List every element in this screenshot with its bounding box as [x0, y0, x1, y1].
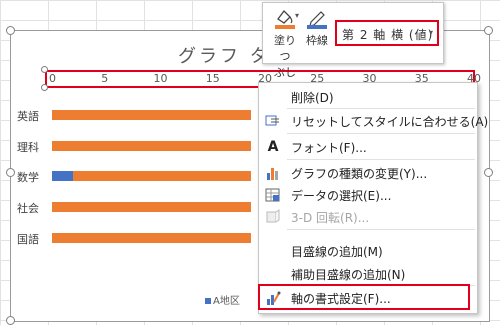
- bar-series-a[interactable]: [52, 171, 73, 181]
- x-tick-label: 15: [205, 72, 220, 85]
- category-label: 数学: [17, 171, 39, 184]
- menu-item-add-major-gridlines[interactable]: 目盛線の追加(M): [259, 240, 477, 262]
- menu-separator: [287, 108, 475, 109]
- category-label: 社会: [17, 202, 39, 215]
- menu-separator: [287, 229, 475, 230]
- menu-separator: [287, 159, 475, 160]
- outline-label: 枠線: [306, 34, 328, 47]
- chart-element-selector-value: 第 2 軸 横 (値): [342, 28, 434, 42]
- chart-type-icon: [265, 165, 281, 181]
- resize-handle-right[interactable]: [484, 168, 493, 177]
- bar-series-b[interactable]: [72, 171, 251, 181]
- legend-swatch-a: [205, 298, 211, 304]
- axis-handle-bottom-left[interactable]: [41, 84, 48, 91]
- legend-label-a: A地区: [213, 296, 240, 307]
- legend[interactable]: A地区: [205, 292, 240, 307]
- bar-series-b[interactable]: [52, 233, 251, 243]
- fill-label-line1: 塗りつ: [274, 34, 296, 63]
- menu-item-reset-style[interactable]: リセットしてスタイルに合わせる(A): [259, 110, 488, 132]
- resize-handle-left[interactable]: [6, 168, 15, 177]
- menu-item-change-chart-type[interactable]: グラフの種類の変更(Y)...: [259, 162, 477, 184]
- font-icon: A: [267, 139, 279, 155]
- paint-bucket-icon: [275, 10, 295, 29]
- menu-item-3d-rotation: 3-D 回転(R)...: [259, 206, 477, 228]
- menu-item-select-data[interactable]: データの選択(E)...: [259, 184, 477, 206]
- category-label: 理科: [17, 141, 39, 154]
- x-tick-label: 10: [153, 72, 168, 85]
- select-data-icon: [265, 187, 281, 203]
- bar-series-b[interactable]: [52, 141, 251, 151]
- resize-handle-top-right[interactable]: [484, 26, 493, 35]
- menu-item-add-minor-gridlines[interactable]: 補助目盛線の追加(N): [259, 263, 477, 285]
- menu-item-delete[interactable]: 削除(D): [259, 86, 477, 108]
- fill-caret[interactable]: ▾: [295, 11, 299, 20]
- outline-button[interactable]: 枠線: [303, 7, 331, 48]
- context-menu: 削除(D) リセットしてスタイルに合わせる(A) A フォント(F)... グラ…: [258, 82, 488, 314]
- chevron-down-icon: ▾: [428, 28, 433, 37]
- resize-handle-top-left[interactable]: [6, 26, 15, 35]
- category-label: 国語: [17, 233, 39, 246]
- x-tick-label: 0: [49, 72, 56, 85]
- fill-label-line2: ぶし: [274, 66, 296, 79]
- pen-icon: [307, 11, 327, 29]
- bar-series-b[interactable]: [52, 202, 251, 212]
- 3d-rotation-icon: [265, 209, 281, 225]
- format-axis-highlight: [258, 284, 470, 310]
- menu-separator: [287, 133, 475, 134]
- axis-handle-top-left[interactable]: [41, 66, 48, 73]
- category-label: 英語: [17, 110, 39, 123]
- chart-element-selector[interactable]: 第 2 軸 横 (値) ▾: [335, 20, 439, 46]
- x-tick-label: 5: [101, 72, 109, 85]
- bar-series-b[interactable]: [52, 110, 251, 120]
- chart-title[interactable]: グラフ タ: [178, 42, 271, 68]
- resize-handle-bottom-left[interactable]: [6, 316, 15, 325]
- menu-item-font[interactable]: A フォント(F)...: [259, 136, 477, 158]
- reset-style-icon: [265, 113, 281, 129]
